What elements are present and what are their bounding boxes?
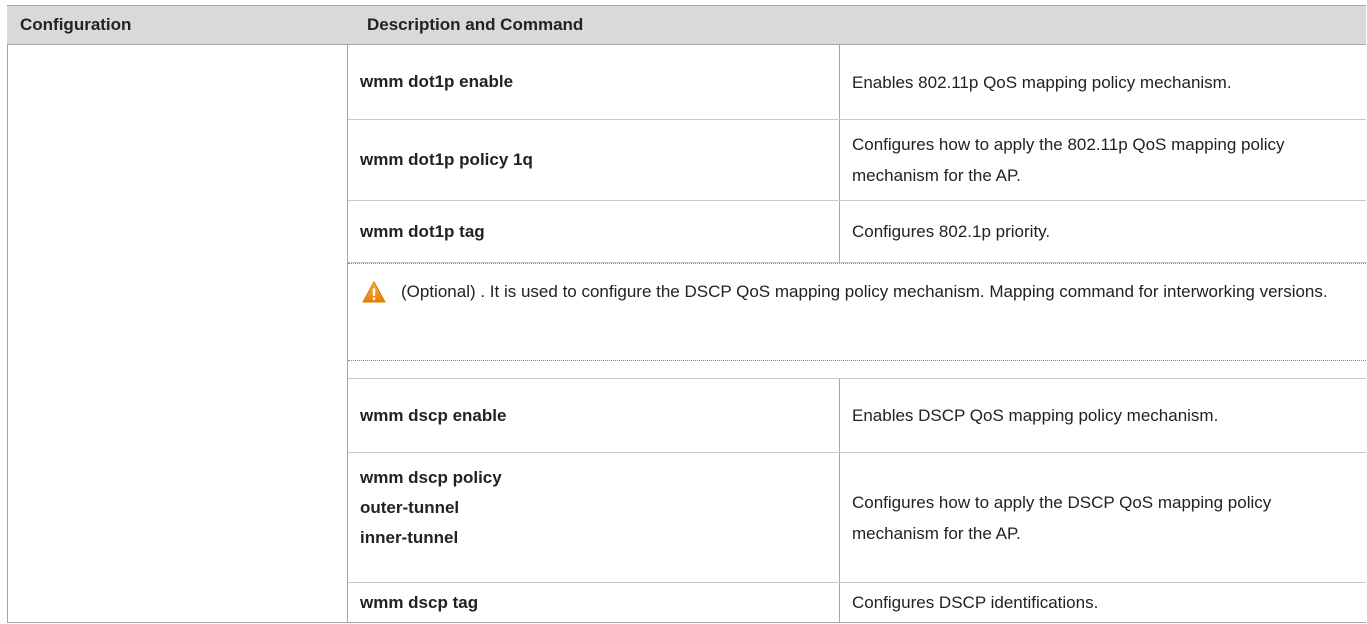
header-configuration: Configuration: [20, 15, 132, 34]
description-cell: Configures 802.1p priority.: [852, 222, 1051, 241]
command-cell: wmm dot1p enable: [348, 45, 840, 119]
description-cell: Configures how to apply the DSCP QoS map…: [852, 492, 1272, 543]
table-header: Configuration Description and Command: [7, 5, 1366, 45]
note-divider-bottom: [348, 360, 1366, 361]
caution-note: (Optional) . It is used to configure the…: [348, 263, 1366, 379]
command-cell: wmm dot1p policy 1q: [348, 120, 840, 200]
table-row: wmm dscp enable Enables DSCP QoS mapping…: [348, 379, 1366, 453]
table-row: wmm dot1p tag Configures 802.1p priority…: [348, 201, 1366, 263]
command-line: wmm dscp policy: [360, 468, 502, 487]
command-cell: wmm dscp policy outer-tunnel inner-tunne…: [348, 453, 840, 582]
command-cell: wmm dot1p tag: [348, 201, 840, 262]
table-row: wmm dot1p policy 1q Configures how to ap…: [348, 120, 1366, 201]
command-line: inner-tunnel: [360, 528, 459, 547]
command-cell: wmm dscp enable: [348, 379, 840, 452]
table-row: wmm dot1p enable Enables 802.11p QoS map…: [348, 45, 1366, 120]
header-description-and-command: Description and Command: [367, 15, 584, 34]
table-row: wmm dscp policy outer-tunnel inner-tunne…: [348, 453, 1366, 583]
description-cell: Enables DSCP QoS mapping policy mechanis…: [852, 406, 1219, 425]
description-cell: Configures DSCP identifications.: [852, 593, 1099, 612]
note-divider-top: [348, 263, 1366, 264]
command-list: wmm dot1p enable Enables 802.11p QoS map…: [348, 45, 1366, 623]
description-cell: Configures how to apply the 802.11p QoS …: [852, 135, 1285, 185]
configuration-column-cell: [7, 45, 348, 623]
configuration-table: Configuration Description and Command wm…: [7, 5, 1366, 623]
command-cell: wmm dscp tag: [348, 583, 840, 622]
warning-icon: [362, 280, 386, 303]
description-cell: Enables 802.11p QoS mapping policy mecha…: [852, 72, 1232, 92]
note-text: (Optional) . It is used to configure the…: [401, 282, 1328, 301]
command-line: outer-tunnel: [360, 498, 460, 517]
table-row: wmm dscp tag Configures DSCP identificat…: [348, 583, 1366, 623]
